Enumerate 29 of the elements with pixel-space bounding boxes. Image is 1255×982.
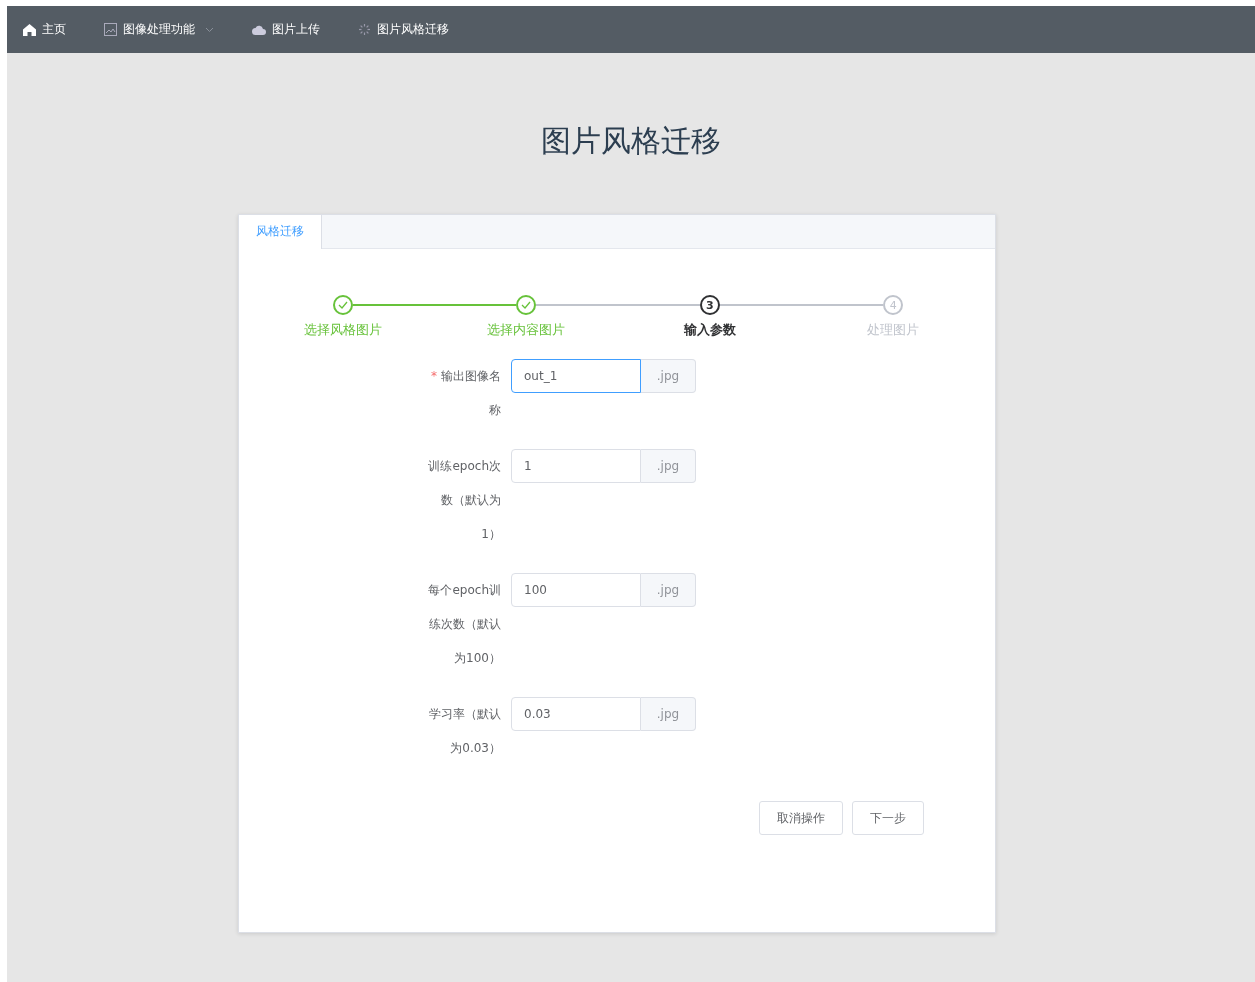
nav-item[interactable]: 图片上传 [252, 21, 338, 38]
step-number: 4 [883, 295, 904, 315]
input-suffix: .jpg [641, 697, 696, 731]
nav-item[interactable]: 图像处理功能 [104, 21, 232, 38]
input-field[interactable]: 100 [511, 573, 641, 607]
nav-item[interactable]: 主页 [23, 21, 84, 38]
image-icon [104, 23, 117, 36]
cloud-icon [252, 24, 266, 35]
field-label: 训练epoch次数（默认为1） [427, 458, 502, 543]
input-field[interactable]: out_1 [511, 359, 641, 393]
input-field[interactable]: 1 [511, 449, 641, 483]
field-label: 每个epoch训练次数（默认为100） [427, 582, 502, 667]
field-label: 学习率（默认为0.03） [428, 706, 502, 757]
home-icon [23, 23, 36, 36]
page-title: 图片风格迁移 [540, 122, 722, 160]
nav-item[interactable]: 图片风格迁移 [358, 21, 467, 38]
step-label: 选择风格图片 [303, 321, 382, 339]
next-button[interactable]: 下一步 [852, 801, 924, 835]
input-suffix: .jpg [641, 449, 696, 483]
step-number: 3 [699, 295, 720, 315]
cancel-button[interactable]: 取消操作 [759, 801, 843, 835]
input-suffix: .jpg [641, 573, 696, 607]
input-suffix: .jpg [641, 359, 696, 393]
step-label: 选择内容图片 [487, 321, 566, 339]
step-label: 输入参数 [683, 321, 736, 339]
step-label: 处理图片 [867, 321, 920, 339]
loading-icon [358, 23, 371, 36]
input-field[interactable]: 0.03 [511, 697, 641, 731]
field-label: * 输出图像名称 [430, 368, 502, 419]
